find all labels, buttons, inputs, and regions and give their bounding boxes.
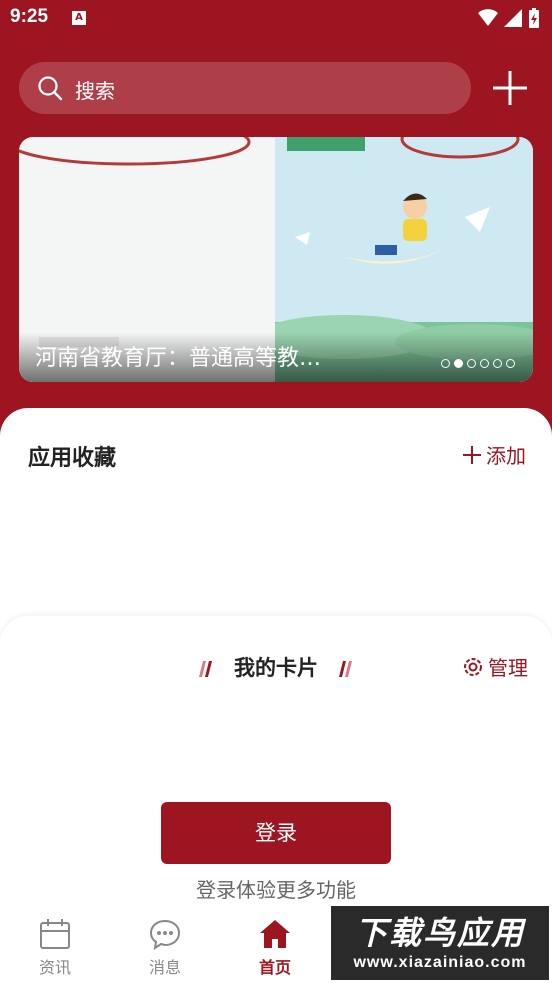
banner-title: 河南省教育厅：普通高等教… bbox=[35, 346, 322, 371]
my-cards-title: 我的卡片 bbox=[234, 656, 318, 680]
login-button[interactable]: 登录 bbox=[161, 802, 391, 864]
login-hint-text: 登录体验更多功能 bbox=[196, 878, 356, 902]
home-icon bbox=[260, 920, 290, 948]
add-favorite-button[interactable]: 添加 bbox=[462, 440, 526, 469]
news-banner[interactable]: 河南省教育厅：普通高等教… bbox=[19, 137, 533, 382]
status-time: 9:25 bbox=[10, 6, 49, 27]
watermark-text: 下载鸟应用 bbox=[354, 914, 525, 952]
pagination-dot bbox=[441, 359, 450, 368]
my-cards-section: 我的卡片 管理 登录 登录体验更多功能 bbox=[0, 616, 552, 914]
tab-news[interactable]: 资讯 bbox=[0, 914, 110, 983]
favorites-title: 应用收藏 bbox=[28, 446, 117, 471]
favorites-card: 应用收藏 添加 bbox=[0, 408, 552, 648]
pagination-dot bbox=[480, 359, 489, 368]
settings-gear-icon bbox=[464, 657, 482, 676]
watermark-url: www.xiazainiao.com bbox=[353, 954, 527, 971]
banner-pagination bbox=[441, 359, 515, 368]
tab-label: 首页 bbox=[258, 958, 291, 977]
battery-icon bbox=[529, 8, 539, 28]
add-favorite-label: 添加 bbox=[486, 444, 526, 468]
search-bar[interactable]: 搜索 bbox=[19, 62, 471, 114]
manage-label: 管理 bbox=[488, 656, 528, 680]
pagination-dot bbox=[493, 359, 502, 368]
pagination-dot bbox=[467, 359, 476, 368]
chat-icon bbox=[149, 919, 181, 950]
tab-home[interactable]: 首页 bbox=[220, 914, 330, 983]
add-icon[interactable] bbox=[490, 68, 530, 108]
watermark-logo: 下载鸟应用 www.xiazainiao.com bbox=[331, 906, 549, 980]
tab-label: 资讯 bbox=[38, 958, 71, 977]
signal-icon bbox=[504, 9, 522, 27]
pagination-dot bbox=[506, 359, 515, 368]
tab-messages[interactable]: 消息 bbox=[110, 914, 220, 983]
decorative-slash-icon bbox=[339, 661, 353, 677]
plus-icon bbox=[463, 445, 481, 464]
status-icons bbox=[478, 8, 540, 28]
tab-label: 消息 bbox=[148, 958, 181, 977]
search-input[interactable]: 搜索 bbox=[75, 75, 115, 104]
status-bar: 9:25 A bbox=[0, 0, 552, 38]
notification-icon: A bbox=[72, 11, 86, 25]
search-icon bbox=[38, 76, 63, 101]
manage-cards-button[interactable]: 管理 bbox=[461, 652, 528, 681]
wifi-icon bbox=[478, 9, 498, 26]
pagination-dot-active bbox=[454, 359, 463, 368]
decorative-slash-icon bbox=[198, 661, 212, 677]
calendar-icon bbox=[40, 919, 70, 949]
